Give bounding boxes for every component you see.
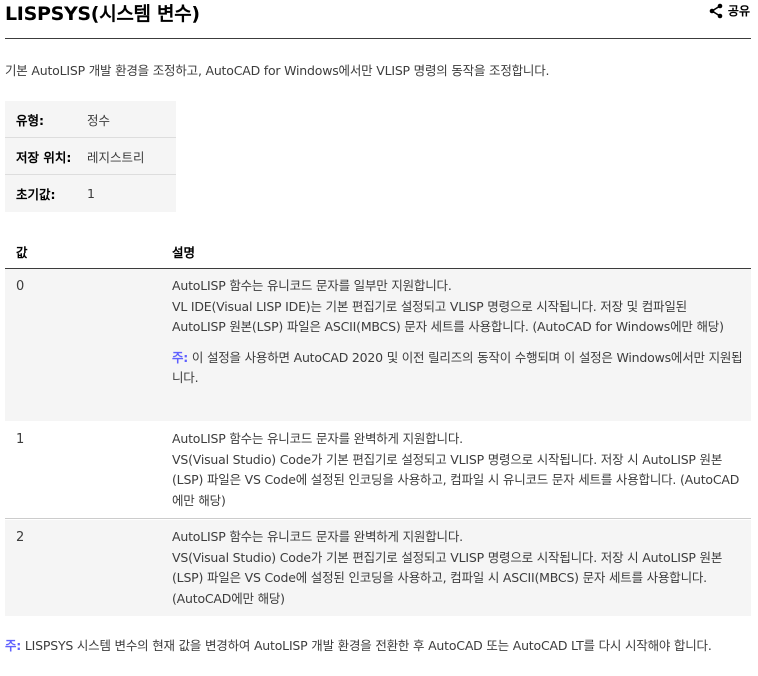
page-title: LISPSYS(시스템 변수) <box>5 3 200 25</box>
table-row: 2 AutoLISP 함수는 유니코드 문자를 완벽하게 지원합니다. VS(V… <box>5 520 751 616</box>
description-text: AutoLISP 함수는 유니코드 문자를 일부만 지원합니다. VL IDE(… <box>172 278 724 334</box>
intro-text: 기본 AutoLISP 개발 환경을 조정하고, AutoCAD for Win… <box>5 63 550 78</box>
page-header: LISPSYS(시스템 변수) 공유 <box>5 0 751 39</box>
row-value: 2 <box>16 530 25 545</box>
property-value: 1 <box>87 186 95 201</box>
description-text: AutoLISP 함수는 유니코드 문자를 완벽하게 지원합니다. VS(Vis… <box>172 529 723 606</box>
footnote-text: LISPSYS 시스템 변수의 현재 값을 변경하여 AutoLISP 개발 환… <box>21 638 712 653</box>
footnote: 주: LISPSYS 시스템 변수의 현재 값을 변경하여 AutoLISP 개… <box>5 636 750 657</box>
value-table-header: 값 설명 <box>5 233 751 269</box>
note-label: 주: <box>5 638 22 653</box>
property-key: 저장 위치: <box>16 149 72 165</box>
row-description: AutoLISP 함수는 유니코드 문자를 일부만 지원합니다. VL IDE(… <box>172 276 744 389</box>
note-label: 주: <box>172 349 189 365</box>
share-button[interactable]: 공유 <box>708 2 750 19</box>
property-key: 초기값: <box>16 187 56 202</box>
property-row-saved-in: 저장 위치: 레지스트리 <box>5 138 176 175</box>
share-label: 공유 <box>727 4 750 18</box>
share-icon <box>708 3 724 19</box>
property-table: 유형: 정수 저장 위치: 레지스트리 초기값: 1 <box>5 101 176 212</box>
column-header-value: 값 <box>16 245 28 260</box>
table-row: 0 AutoLISP 함수는 유니코드 문자를 일부만 지원합니다. VL ID… <box>5 269 751 421</box>
description-text: AutoLISP 함수는 유니코드 문자를 완벽하게 지원합니다. VS(Vis… <box>172 431 740 508</box>
note-text: 이 설정을 사용하면 AutoCAD 2020 및 이전 릴리즈의 동작이 수행… <box>172 349 743 386</box>
property-value: 정수 <box>87 112 111 128</box>
row-description: AutoLISP 함수는 유니코드 문자를 완벽하게 지원합니다. VS(Vis… <box>172 527 744 609</box>
property-value: 레지스트리 <box>87 149 145 165</box>
row-note: 주: 이 설정을 사용하면 AutoCAD 2020 및 이전 릴리즈의 동작이… <box>172 348 744 389</box>
property-row-initial-value: 초기값: 1 <box>5 175 176 212</box>
row-value: 0 <box>16 279 25 294</box>
property-key: 유형: <box>16 112 44 128</box>
property-row-type: 유형: 정수 <box>5 101 176 138</box>
row-description: AutoLISP 함수는 유니코드 문자를 완벽하게 지원합니다. VS(Vis… <box>172 429 744 511</box>
table-row: 1 AutoLISP 함수는 유니코드 문자를 완벽하게 지원합니다. VS(V… <box>5 422 751 519</box>
row-value: 1 <box>16 432 25 447</box>
column-header-description: 설명 <box>172 245 196 260</box>
